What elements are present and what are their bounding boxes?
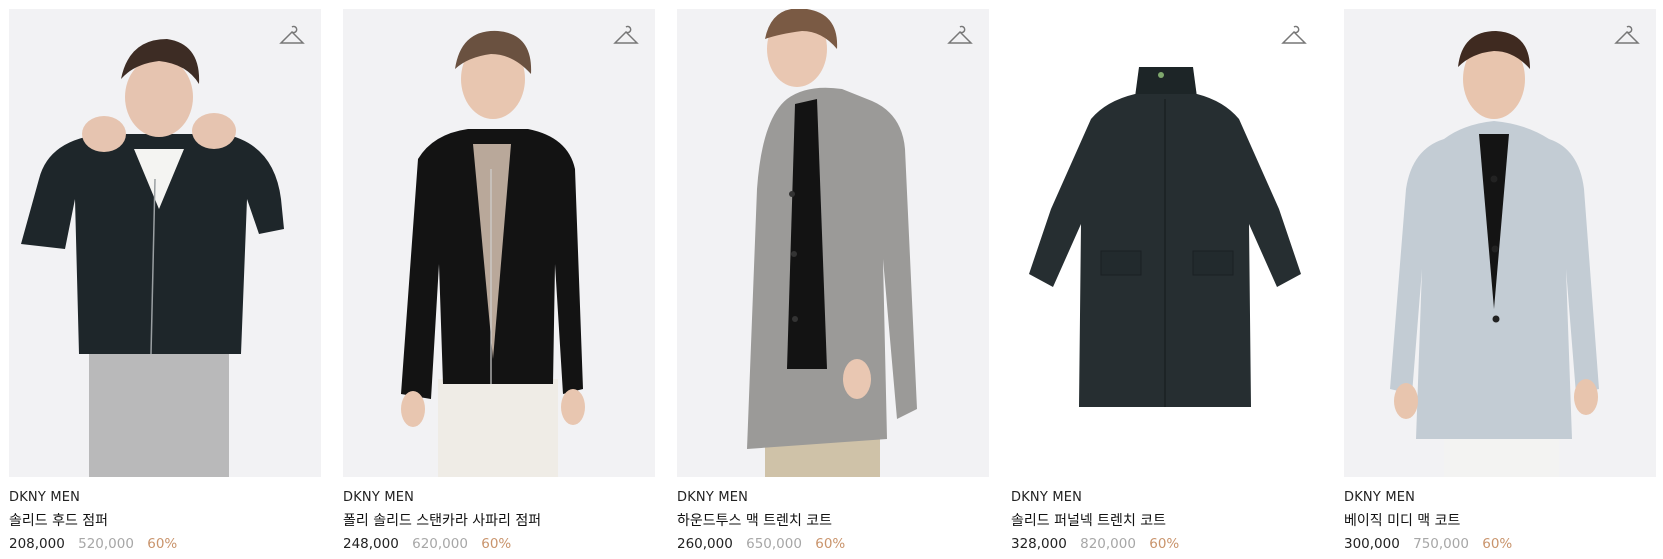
product-card[interactable]: DKNY MEN 솔리드 후드 점퍼 208,000 520,000 60% — [9, 9, 321, 553]
discount-rate: 60% — [147, 536, 178, 552]
product-card[interactable]: DKNY MEN 베이직 미디 맥 코트 300,000 750,000 60% — [1344, 9, 1656, 553]
product-name[interactable]: 솔리드 퍼널넥 트렌치 코트 — [1011, 512, 1323, 530]
product-card[interactable]: DKNY MEN 폴리 솔리드 스탠카라 사파리 점퍼 248,000 620,… — [343, 9, 655, 553]
product-image[interactable] — [1344, 9, 1656, 477]
product-prices: 300,000 750,000 60% — [1344, 535, 1656, 553]
sale-price: 248,000 — [343, 536, 399, 552]
original-price: 820,000 — [1080, 536, 1136, 552]
product-name[interactable]: 솔리드 후드 점퍼 — [9, 512, 321, 530]
product-brand: DKNY MEN — [9, 490, 81, 505]
discount-rate: 60% — [1149, 536, 1180, 552]
hanger-icon[interactable] — [279, 23, 305, 49]
product-grid: DKNY MEN 솔리드 후드 점퍼 208,000 520,000 60% D… — [0, 0, 1663, 559]
discount-rate: 60% — [815, 536, 846, 552]
model-jacket-image — [21, 39, 284, 477]
hanger-icon[interactable] — [613, 23, 639, 49]
model-mac-trench-coat-image — [747, 9, 917, 477]
product-brand: DKNY MEN — [1344, 490, 1416, 505]
sale-price: 208,000 — [9, 536, 65, 552]
product-name[interactable]: 베이직 미디 맥 코트 — [1344, 512, 1656, 530]
funnel-neck-trench-coat-image — [1029, 67, 1301, 407]
original-price: 750,000 — [1413, 536, 1469, 552]
model-safari-jacket-image — [401, 30, 585, 477]
product-image[interactable] — [9, 9, 321, 477]
product-card[interactable]: DKNY MEN 하운드투스 맥 트렌치 코트 260,000 650,000 … — [677, 9, 989, 553]
sale-price: 300,000 — [1344, 536, 1400, 552]
hanger-icon[interactable] — [1281, 23, 1307, 49]
product-name[interactable]: 하운드투스 맥 트렌치 코트 — [677, 512, 989, 530]
original-price: 650,000 — [746, 536, 802, 552]
product-prices: 208,000 520,000 60% — [9, 535, 321, 553]
product-image[interactable] — [343, 9, 655, 477]
original-price: 520,000 — [78, 536, 134, 552]
product-prices: 248,000 620,000 60% — [343, 535, 655, 553]
product-brand: DKNY MEN — [1011, 490, 1083, 505]
product-brand: DKNY MEN — [677, 490, 749, 505]
sale-price: 260,000 — [677, 536, 733, 552]
hanger-icon[interactable] — [947, 23, 973, 49]
product-prices: 260,000 650,000 60% — [677, 535, 989, 553]
hanger-icon[interactable] — [1614, 23, 1640, 49]
original-price: 620,000 — [412, 536, 468, 552]
product-prices: 328,000 820,000 60% — [1011, 535, 1323, 553]
product-image[interactable] — [677, 9, 989, 477]
product-image[interactable] — [1011, 9, 1323, 477]
sale-price: 328,000 — [1011, 536, 1067, 552]
product-card[interactable]: DKNY MEN 솔리드 퍼널넥 트렌치 코트 328,000 820,000 … — [1011, 9, 1323, 553]
product-brand: DKNY MEN — [343, 490, 415, 505]
model-mac-coat-image — [1390, 31, 1599, 477]
discount-rate: 60% — [481, 536, 512, 552]
discount-rate: 60% — [1482, 536, 1513, 552]
product-name[interactable]: 폴리 솔리드 스탠카라 사파리 점퍼 — [343, 512, 655, 530]
